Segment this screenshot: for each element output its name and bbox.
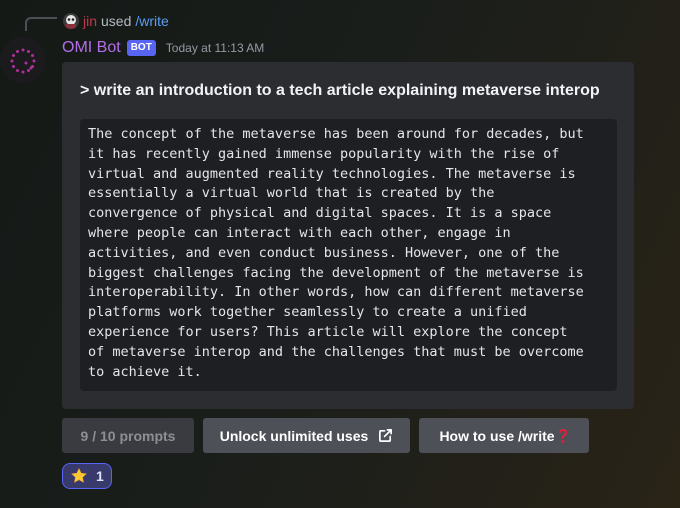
reaction-count: 1 (96, 468, 104, 484)
unlock-unlimited-label: Unlock unlimited uses (219, 427, 369, 444)
unlock-unlimited-button[interactable]: Unlock unlimited uses (203, 418, 410, 453)
bot-name[interactable]: OMI Bot (62, 39, 121, 57)
command-user-name[interactable]: jin (83, 13, 97, 29)
bot-avatar[interactable] (0, 37, 46, 83)
star-icon (70, 467, 88, 485)
action-buttons: 9 / 10 prompts Unlock unlimited uses How… (62, 418, 589, 453)
reply-connector-line (25, 17, 57, 31)
how-to-use-label: How to use /write (439, 427, 555, 444)
code-block: The concept of the metaverse has been ar… (80, 119, 617, 391)
how-to-use-button[interactable]: How to use /write (419, 418, 589, 453)
message-embed: > write an introduction to a tech articl… (62, 62, 634, 409)
embed-title: > write an introduction to a tech articl… (80, 82, 600, 99)
red-question-mark-icon (557, 428, 569, 444)
used-label: used (101, 13, 132, 29)
generated-text: The concept of the metaverse has been ar… (88, 126, 584, 380)
command-name-link[interactable]: /write (135, 13, 168, 29)
prompts-counter-label: 9 / 10 prompts (80, 427, 176, 444)
star-reaction[interactable]: 1 (62, 463, 112, 489)
message-header: OMI Bot BOT Today at 11:13 AM (62, 37, 264, 59)
bot-badge: BOT (126, 40, 156, 56)
message-timestamp: Today at 11:13 AM (165, 41, 265, 55)
prompts-counter-button: 9 / 10 prompts (62, 418, 194, 453)
command-usage-line: jin used /write (63, 12, 169, 30)
user-avatar[interactable] (63, 13, 79, 29)
external-link-icon (378, 428, 393, 443)
